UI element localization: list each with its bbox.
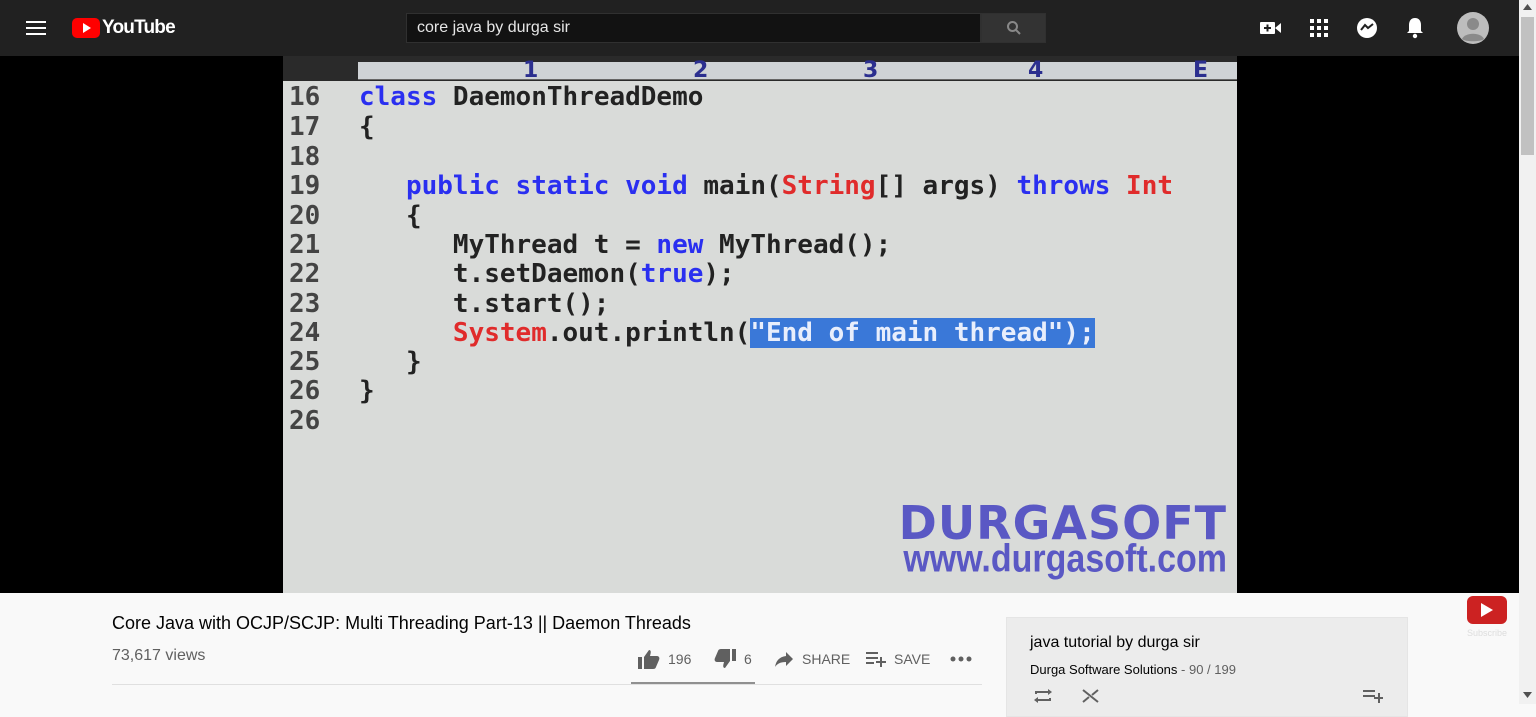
code-line: 22 t.setDaemon(true); [289, 259, 735, 289]
save-label: SAVE [894, 651, 931, 667]
create-video-icon[interactable] [1258, 16, 1284, 40]
menu-icon[interactable] [20, 16, 52, 40]
youtube-play-icon [72, 18, 100, 38]
avatar[interactable] [1457, 12, 1489, 44]
ruler-number: 4 [1028, 58, 1044, 83]
save-button[interactable]: SAVE [866, 644, 930, 674]
video-title: Core Java with OCJP/SCJP: Multi Threadin… [112, 613, 691, 633]
code-line: 18 [289, 142, 321, 172]
ruler-number: 3 [863, 58, 879, 83]
code-line: 19 public static void main(String[] args… [289, 171, 1174, 201]
messages-icon[interactable] [1354, 16, 1380, 40]
divider [112, 684, 982, 685]
more-actions-button[interactable] [950, 644, 972, 674]
code-line: 24 System.out.println("End of main threa… [289, 318, 1095, 348]
loop-icon[interactable] [1031, 688, 1055, 704]
top-bar: YouTube core java by durga sir [0, 0, 1519, 56]
thumbs-down-icon [714, 649, 736, 668]
thumbs-up-icon [638, 650, 660, 669]
save-playlist-icon[interactable] [1361, 688, 1385, 704]
search-input[interactable]: core java by durga sir [406, 13, 981, 43]
like-button[interactable]: 196 [638, 644, 691, 674]
view-count: 73,617 views [112, 647, 206, 664]
playlist-channel[interactable]: Durga Software Solutions [1030, 662, 1177, 677]
code-line: 26 [289, 406, 321, 436]
video-player[interactable]: 1 2 3 4 E 16 class DaemonThreadDemo 17{ 1… [0, 56, 1519, 638]
scroll-up-icon[interactable] [1523, 4, 1532, 10]
playlist-panel[interactable]: java tutorial by durga sir Durga Softwar… [1006, 617, 1408, 717]
code-line: 20 { [289, 201, 422, 231]
subscribe-label: Subscribe [1466, 628, 1508, 638]
search-button[interactable] [981, 13, 1046, 43]
share-label: SHARE [802, 651, 851, 667]
notifications-icon[interactable] [1402, 16, 1428, 40]
code-line: 26} [289, 376, 375, 406]
playlist-add-icon [866, 652, 886, 667]
watermark-url: www.durgasoft.com [903, 537, 1227, 581]
youtube-logo[interactable]: YouTube [72, 17, 176, 39]
scroll-down-icon[interactable] [1523, 692, 1532, 698]
account-icon [1457, 12, 1489, 44]
video-frame[interactable]: 1 2 3 4 E 16 class DaemonThreadDemo 17{ 1… [283, 56, 1237, 593]
play-icon [1467, 596, 1507, 624]
ruler-number: E [1193, 58, 1209, 83]
page-scrollbar[interactable] [1519, 0, 1536, 704]
playlist-meta: Durga Software Solutions - 90 / 199 [1030, 662, 1236, 677]
more-horizontal-icon [950, 656, 972, 662]
playlist-position: - 90 / 199 [1181, 662, 1236, 677]
code-line: 21 MyThread t = new MyThread(); [289, 230, 892, 260]
share-icon [775, 652, 793, 667]
ruler-number: 2 [693, 58, 709, 83]
apps-icon[interactable] [1306, 16, 1332, 40]
dislike-count: 6 [744, 651, 752, 667]
subscribe-watermark[interactable]: Subscribe [1466, 596, 1508, 638]
scrollbar-thumb[interactable] [1521, 17, 1534, 155]
code-line: 17{ [289, 112, 375, 142]
code-line: 23 t.start(); [289, 289, 610, 319]
search-icon [1006, 21, 1021, 35]
editor-ruler: 1 2 3 4 E [283, 56, 1237, 83]
code-line: 16 class DaemonThreadDemo [289, 82, 704, 112]
code-line: 25 } [289, 347, 422, 377]
logo-text: YouTube [102, 17, 176, 38]
like-count: 196 [668, 651, 692, 667]
share-button[interactable]: SHARE [774, 644, 850, 674]
playlist-title[interactable]: java tutorial by durga sir [1030, 634, 1200, 652]
ruler-number: 1 [523, 58, 539, 83]
shuffle-icon[interactable] [1079, 688, 1103, 704]
dislike-button[interactable]: 6 [714, 644, 752, 674]
